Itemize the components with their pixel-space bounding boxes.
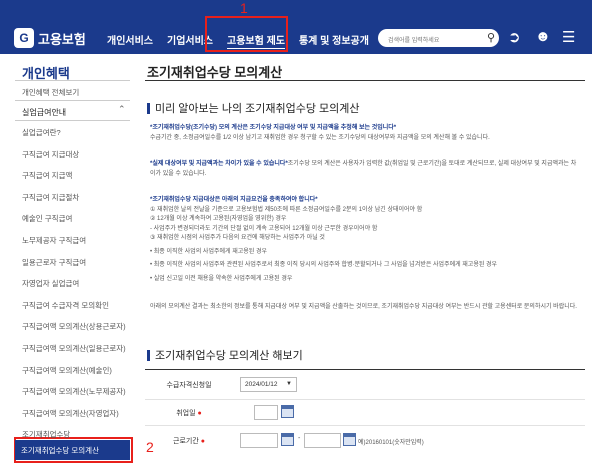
sidebar-item-early-reemployment-calc[interactable]: 조기재취업수당 모의계산	[15, 440, 130, 460]
nav-personal-service[interactable]: 개인서비스	[107, 32, 153, 47]
intro-paragraph: *조기재취업수당(조기수당) 모의 계산은 조기수당 지급대상 여부 및 지급액…	[150, 124, 580, 143]
period-separator: -	[298, 435, 301, 442]
nav-statistics[interactable]: 통계 및 정보공개	[299, 32, 369, 47]
sidebar-item[interactable]: 노무제공자 구직급여	[22, 235, 134, 257]
eligibility-line: ① 재취업한 날의 전날을 기준으로 고용보험법 제50조에 따른 소정급여일수…	[150, 206, 423, 213]
search-box: ⚲	[378, 29, 499, 50]
page-title: 조기재취업수당 모의계산	[147, 65, 283, 80]
eligibility-line: • 최종 이직한 사업의 사업주와 관련된 사업주로서 최종 이직 당시의 사업…	[150, 262, 498, 268]
eligibility-line: ③ 재취업한 시점의 사업주가 다음의 요건에 해당하는 사업주가 아닐 것	[150, 235, 325, 241]
sidebar-divider	[15, 100, 130, 101]
search-input[interactable]	[388, 32, 486, 50]
login-icon[interactable]: ➲	[508, 28, 521, 46]
difference-paragraph: *실제 대상여부 및 지급액과는 차이가 있을 수 있습니다*조기수당 모의 계…	[150, 160, 580, 179]
heading-bar-icon	[147, 349, 150, 361]
eligibility-line: - 사업주가 변경되더라도 기간의 단절 없이 계속 고용되어 12개월 이상 …	[150, 225, 378, 232]
sidebar-item[interactable]: 구직급여액 모의계산(노무제공자)	[22, 386, 134, 408]
sidebar-item[interactable]: 구직급여 지급액	[22, 170, 134, 192]
user-icon[interactable]: ☻	[535, 28, 551, 45]
period-label: 근로기간 ●	[145, 436, 233, 446]
site-logo[interactable]: G 고용보험	[14, 28, 86, 48]
sidebar-item[interactable]: 구직급여 지급대상	[22, 149, 134, 171]
sidebar-divider	[15, 80, 130, 81]
calendar-icon[interactable]	[281, 405, 294, 418]
menu-icon[interactable]: ☰	[562, 28, 575, 46]
required-mark: ●	[197, 410, 202, 417]
eligibility-line: ② 12개월 이상 계속하여 고용된(자영업을 영위한) 경우	[150, 216, 287, 222]
job-date-input[interactable]	[254, 405, 278, 420]
sidebar-item[interactable]: 구직급여 수급자격 모의확인	[22, 300, 134, 322]
sidebar-divider	[15, 120, 130, 121]
sidebar-list: 실업급여란? 구직급여 지급대상 구직급여 지급액 구직급여 지급절차 예술인 …	[22, 127, 134, 451]
sidebar-item[interactable]: 구직급여액 모의계산(예술인)	[22, 365, 134, 387]
period-hint: 예)20160101(숫자만입력)	[358, 440, 424, 446]
difference-emphasis: *실제 대상여부 및 지급액과는 차이가 있을 수 있습니다*	[150, 161, 288, 167]
annotation-number-1: 1	[240, 0, 248, 16]
calendar-icon[interactable]	[281, 433, 294, 446]
top-header: G 고용보험 개인서비스 기업서비스 고용보험 제도 통계 및 정보공개 ⚲ ➲…	[0, 0, 592, 54]
notice-paragraph: 아래의 모의계산 결과는 최소한의 정보를 통해 지급대상 여부 및 지급액을 …	[150, 304, 577, 310]
sidebar-item[interactable]: 구직급여액 모의계산(일용근로자)	[22, 343, 134, 365]
period-end-input[interactable]	[304, 433, 341, 448]
base-date-value: 2024/01/12	[245, 381, 278, 388]
sidebar-item[interactable]: 자영업자 실업급여	[22, 278, 134, 300]
sidebar-section-unemployment[interactable]: 실업급여안내	[22, 107, 66, 118]
section-heading-text: 조기재취업수당 모의계산 해보기	[155, 350, 303, 362]
eligibility-line: • 최종 이직한 사업의 사업주에게 재고용된 경우	[150, 248, 267, 255]
calendar-icon[interactable]	[343, 433, 356, 446]
row-divider	[145, 399, 585, 400]
sidebar-item[interactable]: 구직급여 지급절차	[22, 192, 134, 214]
form-top-divider	[145, 369, 585, 370]
title-divider	[145, 80, 585, 81]
section-heading-calc: 조기재취업수당 모의계산 해보기	[147, 347, 303, 363]
job-date-label-text: 취업일	[176, 410, 196, 417]
highlight-box-nav	[205, 16, 288, 52]
sidebar-item[interactable]: 실업급여란?	[22, 127, 134, 149]
heading-bar-icon	[147, 102, 150, 114]
logo-text: 고용보험	[38, 31, 86, 47]
period-label-text: 근로기간	[173, 438, 199, 445]
eligibility-emphasis: *조기재취업수당 지급대상은 아래의 지급요건을 충족하여야 합니다*	[150, 197, 318, 203]
intro-text: 수급기간 중, 소정급여일수를 1/2 이상 남기고 재취업한 경우 청구할 수…	[150, 134, 490, 141]
search-icon[interactable]: ⚲	[487, 31, 495, 44]
sidebar-item[interactable]: 예술인 구직급여	[22, 213, 134, 235]
sidebar-item[interactable]: 구직급여액 모의계산(상용근로자)	[22, 321, 134, 343]
sidebar-item[interactable]: 구직급여액 모의계산(자영업자)	[22, 408, 134, 430]
logo-icon: G	[14, 28, 34, 48]
job-date-label: 취업일 ●	[145, 408, 233, 418]
eligibility-paragraph: *조기재취업수당 지급대상은 아래의 지급요건을 충족하여야 합니다* ① 재취…	[150, 196, 580, 284]
period-start-input[interactable]	[240, 433, 278, 448]
section-heading-preview: 미리 알아보는 나의 조기재취업수당 모의계산	[147, 100, 360, 116]
intro-emphasis: *조기재취업수당(조기수당) 모의 계산은 조기수당 지급대상 여부 및 지급액…	[150, 125, 397, 131]
row-divider	[145, 425, 585, 426]
sidebar-item[interactable]: 일용근로자 구직급여	[22, 257, 134, 279]
required-mark: ●	[200, 438, 205, 445]
chevron-down-icon: ▼	[286, 381, 292, 387]
chevron-up-icon[interactable]: ⌃	[118, 104, 126, 115]
eligibility-line: • 실업 신고일 이전 채용을 약속한 사업주에게 고용된 경우	[150, 275, 293, 282]
section-heading-text: 미리 알아보는 나의 조기재취업수당 모의계산	[155, 103, 360, 115]
sidebar-all-view-link[interactable]: 개인혜택 전체보기	[22, 87, 79, 98]
base-date-select[interactable]: 2024/01/12 ▼	[240, 377, 297, 392]
base-date-label: 수급자격신청일	[166, 382, 212, 389]
